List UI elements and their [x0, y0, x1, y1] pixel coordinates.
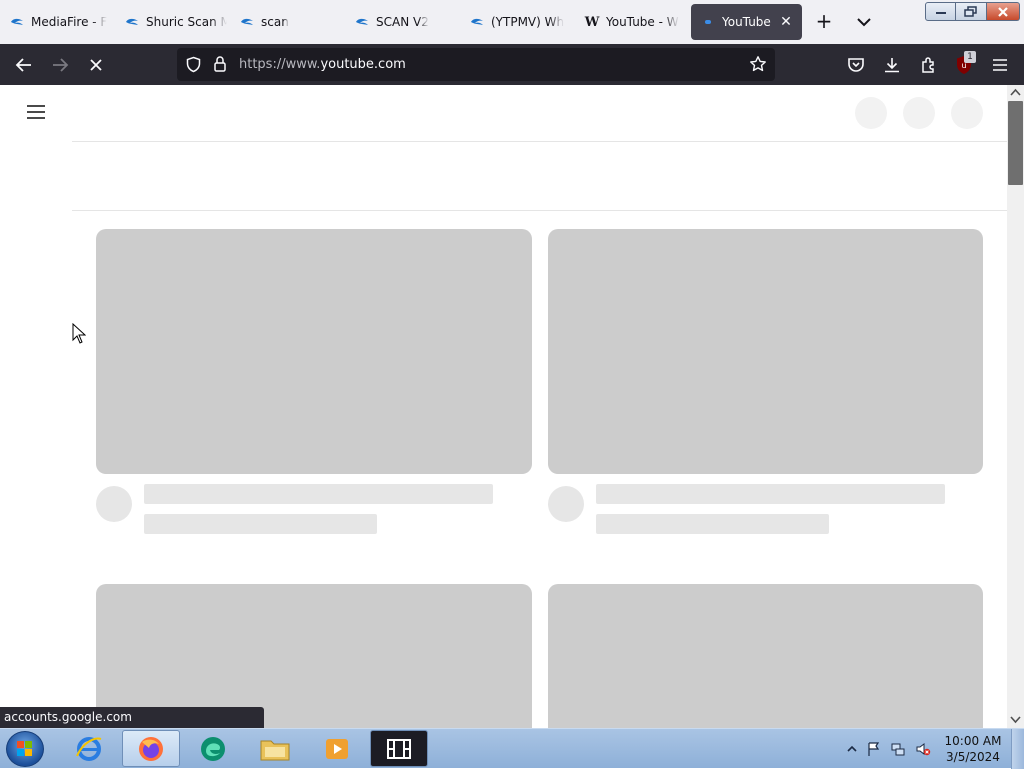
url-scheme: https://www.: [239, 57, 321, 72]
tab-title: (YTPMV) Wh: [491, 15, 565, 29]
navigation-toolbar: https://www.youtube.com u 1: [0, 44, 1024, 85]
show-hidden-icons-chevron-icon[interactable]: [844, 741, 860, 757]
scrollbar-thumb[interactable]: [1008, 101, 1023, 185]
skeleton-header-button: [903, 97, 935, 129]
guide-menu-icon[interactable]: [25, 103, 47, 121]
edge-icon: [201, 736, 225, 761]
bookmark-star-icon[interactable]: [749, 55, 767, 77]
tab-title: scan: [261, 15, 289, 29]
url-bar[interactable]: https://www.youtube.com: [177, 48, 775, 81]
puzzle-piece-icon: [922, 57, 934, 73]
skeleton-video-meta: [596, 514, 829, 534]
tab-strip: MediaFire - F Shuric Scan M scan SCAN V2…: [0, 0, 1024, 44]
mediafire-icon: [125, 15, 139, 29]
skeleton-avatar-button: [951, 97, 983, 129]
back-button[interactable]: [11, 52, 37, 78]
skeleton-channel-avatar: [548, 486, 584, 522]
url-text[interactable]: https://www.youtube.com: [239, 57, 406, 72]
arrow-left-icon: [15, 58, 31, 72]
action-center-flag-icon[interactable]: [866, 741, 882, 757]
forward-button[interactable]: [47, 52, 73, 78]
clock-date: 3/5/2024: [946, 750, 1000, 764]
link-status-bar: accounts.google.com: [0, 707, 264, 728]
mouse-cursor-icon: [72, 323, 86, 344]
minimize-button[interactable]: [925, 2, 956, 21]
mediafire-icon: [10, 15, 24, 29]
tab-ytpmv[interactable]: (YTPMV) Wh: [460, 4, 572, 40]
media-player-icon: [326, 738, 348, 759]
taskbar-video-app[interactable]: [370, 730, 428, 767]
lock-icon[interactable]: [213, 55, 227, 77]
download-icon: [885, 58, 899, 73]
chips-divider: [72, 210, 1007, 211]
close-window-button[interactable]: [987, 2, 1020, 21]
tab-title: YouTube - W: [606, 15, 679, 29]
close-icon: [90, 59, 102, 71]
firefox-icon: [139, 736, 163, 761]
skeleton-header-button: [855, 97, 887, 129]
stop-loading-button[interactable]: [83, 52, 109, 78]
tab-title: SCAN V2: [376, 15, 429, 29]
skeleton-video-thumbnail: [548, 229, 983, 474]
mediafire-icon: [355, 15, 369, 29]
taskbar-firefox[interactable]: [122, 730, 180, 767]
header-divider: [72, 141, 1007, 142]
skeleton-video-title: [596, 484, 945, 504]
extension-badge-count: 1: [964, 51, 976, 63]
clock-time: 10:00 AM: [944, 734, 1002, 748]
skeleton-video-thumbnail: [96, 229, 532, 474]
tab-shuric-scan[interactable]: Shuric Scan M: [115, 4, 227, 40]
youtube-page: [0, 85, 1024, 728]
network-icon[interactable]: [890, 741, 906, 757]
loading-dot-icon: [701, 15, 715, 29]
windows-taskbar: 10:00 AM 3/5/2024: [0, 728, 1024, 769]
downloads-button[interactable]: [879, 52, 905, 78]
tab-scan-v2[interactable]: SCAN V2: [345, 4, 457, 40]
pocket-icon: [848, 58, 864, 72]
page-scrollbar[interactable]: [1007, 85, 1024, 728]
taskbar-file-explorer[interactable]: [246, 730, 304, 767]
tab-scan[interactable]: scan: [230, 4, 342, 40]
window-controls: [925, 2, 1020, 21]
url-host: youtube.com: [320, 57, 406, 72]
scroll-down-arrow-icon[interactable]: [1010, 716, 1021, 724]
tracking-protection-shield-icon[interactable]: [185, 56, 202, 77]
hamburger-menu-icon: [993, 59, 1007, 71]
system-clock[interactable]: 10:00 AM 3/5/2024: [938, 733, 1008, 765]
taskbar-internet-explorer[interactable]: [60, 730, 118, 767]
windows-logo-icon: [17, 741, 32, 756]
app-menu-button[interactable]: [987, 52, 1013, 78]
taskbar-edge[interactable]: [184, 730, 242, 767]
scroll-up-arrow-icon[interactable]: [1010, 88, 1021, 96]
tab-title: YouTube: [722, 15, 771, 29]
show-desktop-button[interactable]: [1011, 729, 1024, 769]
tab-title: MediaFire - F: [31, 15, 108, 29]
film-strip-icon: [387, 738, 411, 759]
skeleton-video-thumbnail: [548, 584, 983, 728]
skeleton-channel-avatar: [96, 486, 132, 522]
mediafire-icon: [470, 15, 484, 29]
new-tab-button[interactable]: +: [812, 10, 836, 34]
taskbar-media-player[interactable]: [308, 730, 366, 767]
tab-title: Shuric Scan M: [146, 15, 227, 29]
tab-mediafire[interactable]: MediaFire - F: [0, 4, 112, 40]
chevron-down-icon[interactable]: [852, 10, 876, 34]
mediafire-icon: [240, 15, 254, 29]
restore-button[interactable]: [956, 2, 987, 21]
tab-youtube-active[interactable]: YouTube ✕: [691, 4, 802, 40]
start-button[interactable]: [6, 731, 44, 767]
close-tab-icon[interactable]: ✕: [778, 14, 794, 30]
extensions-button[interactable]: [916, 52, 942, 78]
skeleton-video-meta: [144, 514, 377, 534]
volume-muted-icon[interactable]: [915, 741, 931, 757]
internet-explorer-icon: [76, 736, 102, 761]
pocket-button[interactable]: [843, 52, 869, 78]
skeleton-video-title: [144, 484, 493, 504]
tab-youtube-wikipedia[interactable]: W YouTube - W: [575, 4, 687, 40]
arrow-right-icon: [53, 58, 69, 72]
wikipedia-icon: W: [584, 14, 600, 30]
folder-icon: [260, 740, 290, 760]
